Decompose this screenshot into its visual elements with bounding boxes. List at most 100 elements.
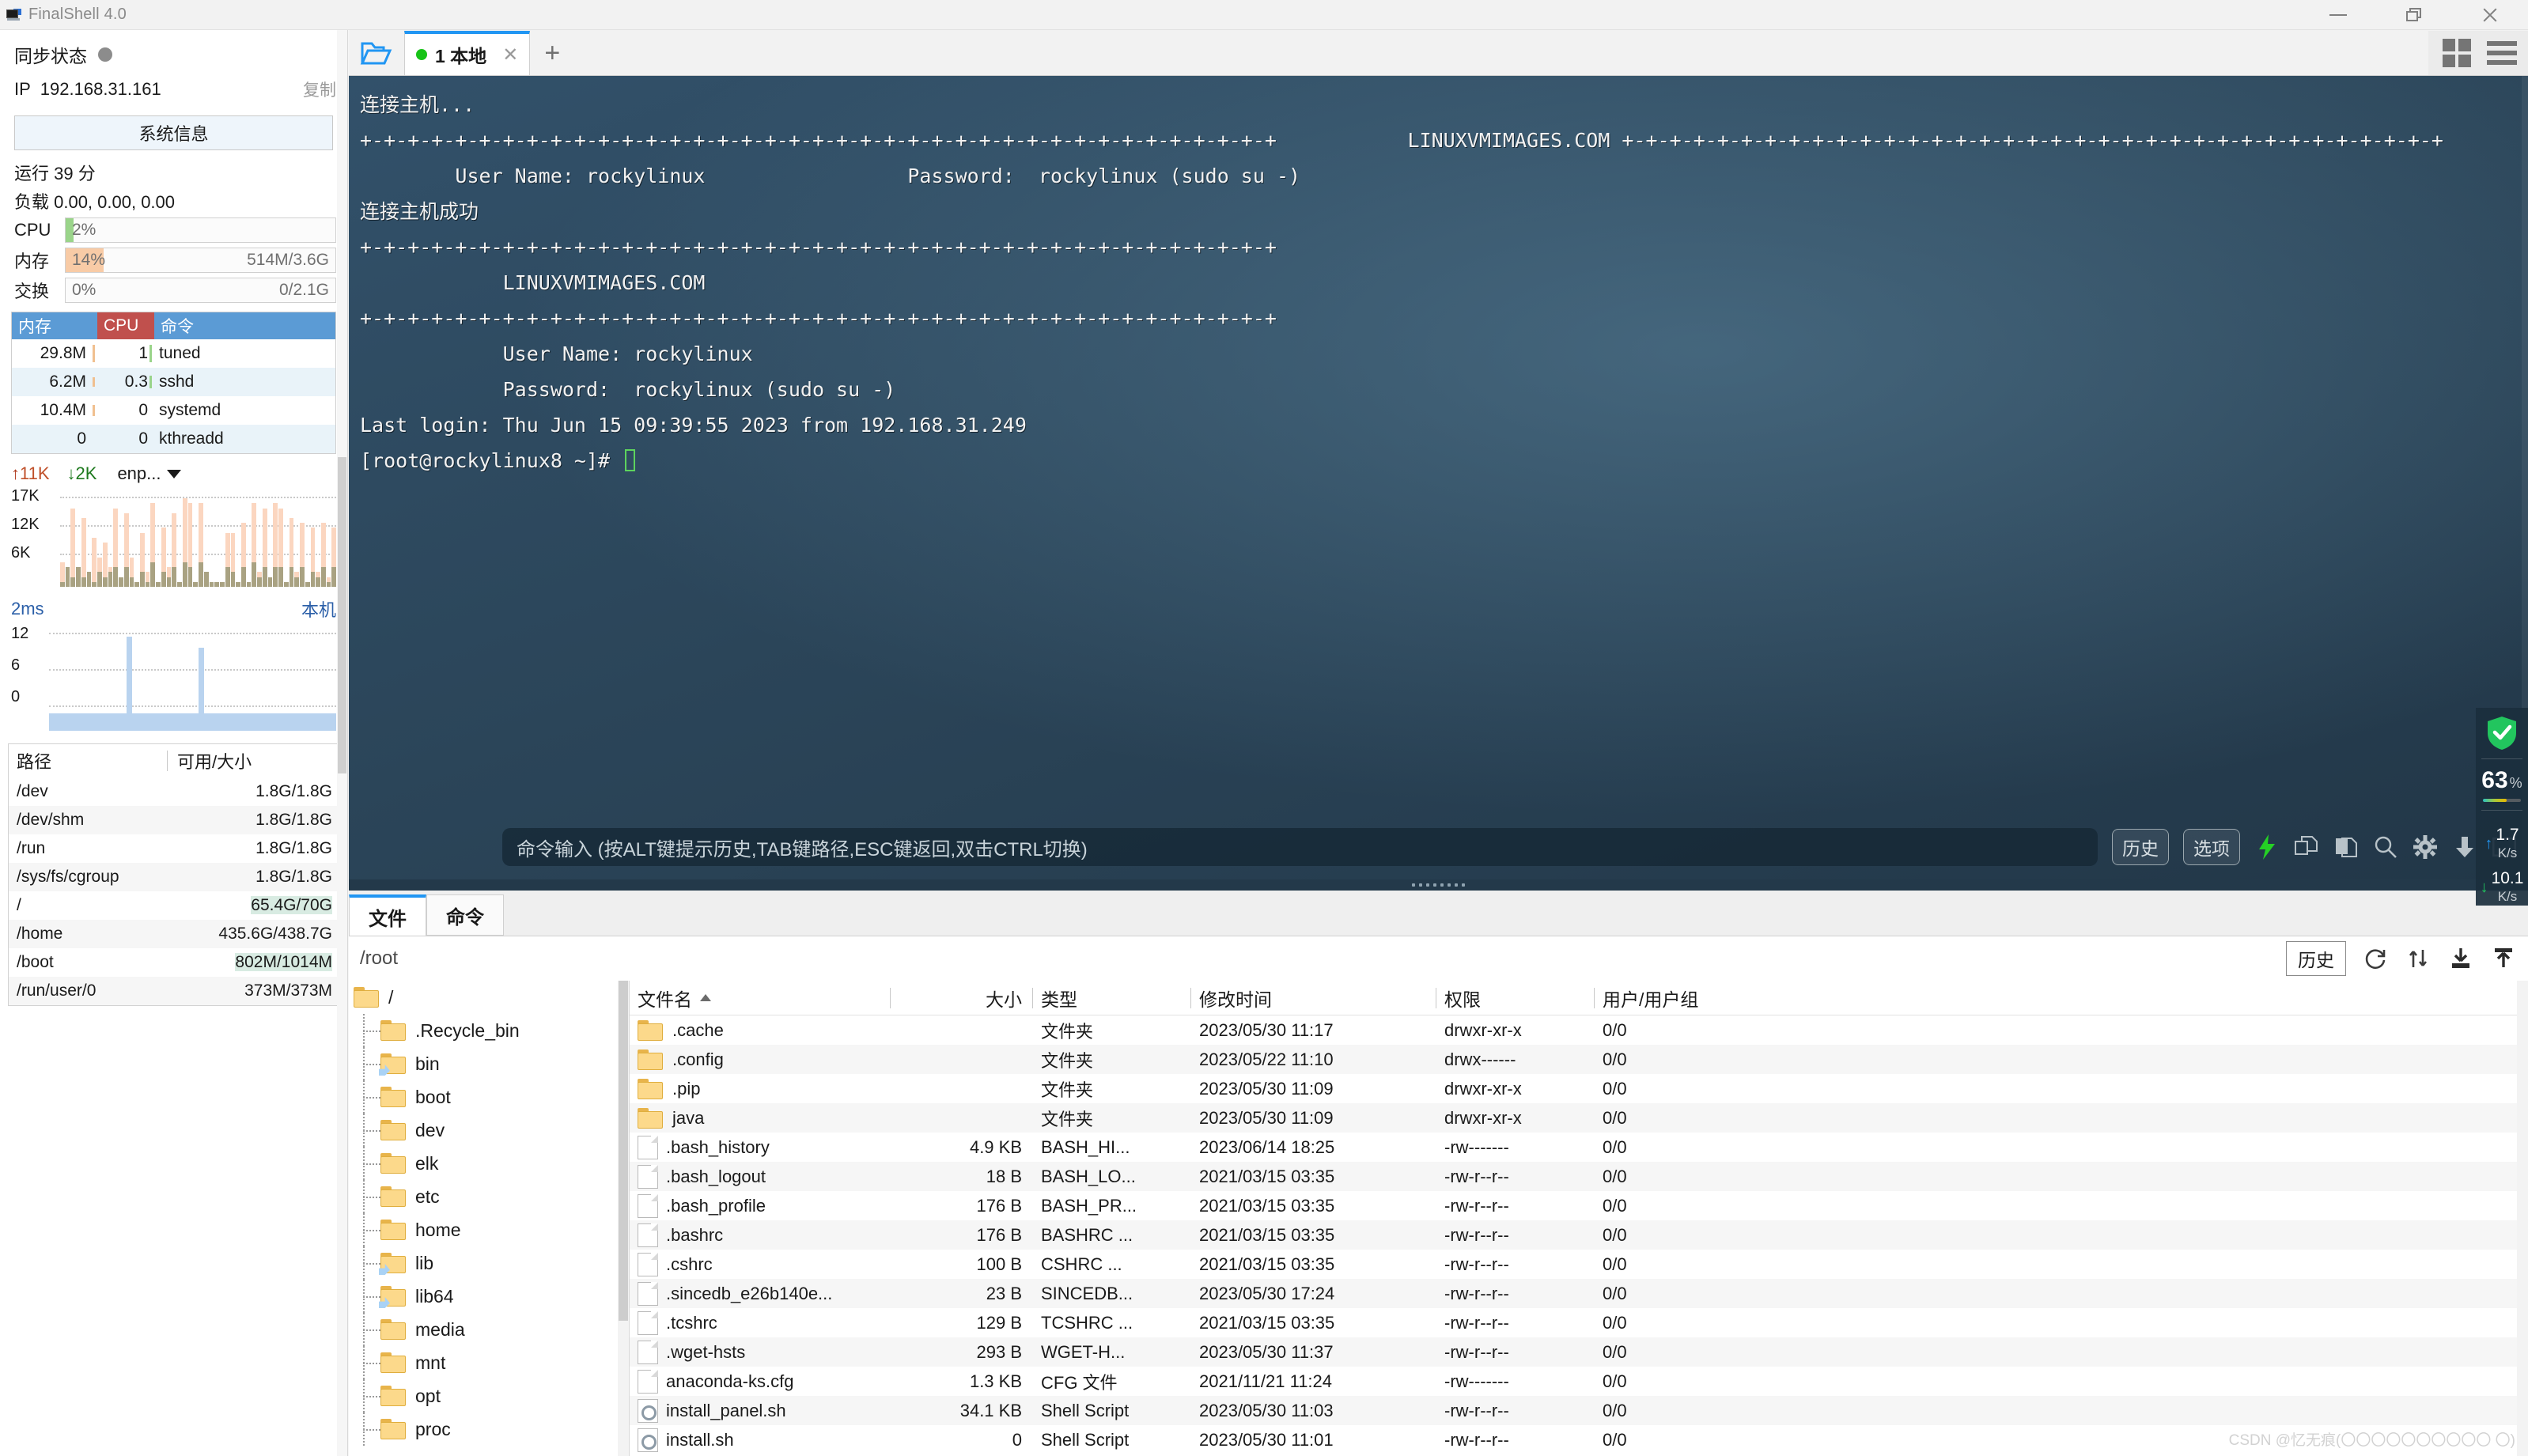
tree-item-dev[interactable]: dev <box>349 1114 629 1147</box>
options-button[interactable]: 选项 <box>2183 829 2240 865</box>
table-row[interactable]: .bashrc176 BBASHRC ...2021/03/15 03:35-r… <box>630 1220 2528 1250</box>
column-header-name[interactable]: 文件名 <box>630 981 891 1015</box>
table-row[interactable]: 0 0 kthreadd <box>12 425 335 453</box>
process-col-memory[interactable]: 内存 <box>12 312 97 339</box>
tree-item-mnt[interactable]: mnt <box>349 1346 629 1379</box>
hamburger-menu-icon[interactable] <box>2487 41 2517 65</box>
table-row[interactable]: java文件夹2023/05/30 11:09drwxr-xr-x0/0 <box>630 1103 2528 1133</box>
table-row[interactable]: /run1.8G/1.8G <box>9 834 339 863</box>
tree-item-bin[interactable]: bin <box>349 1047 629 1080</box>
close-icon[interactable]: ✕ <box>502 43 518 66</box>
download-icon[interactable] <box>2447 945 2474 972</box>
lightning-icon[interactable] <box>2254 834 2280 860</box>
grid-view-icon[interactable] <box>2443 39 2471 67</box>
disk-col-size[interactable]: 可用/大小 <box>168 748 339 773</box>
disk-size: 373M/373M <box>175 981 339 1000</box>
chevron-down-icon[interactable] <box>167 470 181 478</box>
path-history-button[interactable]: 历史 <box>2286 941 2346 976</box>
table-row[interactable]: .config文件夹2023/05/22 11:10drwx------0/0 <box>630 1045 2528 1074</box>
close-button[interactable] <box>2452 0 2528 30</box>
tree-item-lib64[interactable]: lib64 <box>349 1280 629 1313</box>
command-input[interactable]: 命令输入 (按ALT键提示历史,TAB键路径,ESC键返回,双击CTRL切换) <box>502 828 2098 866</box>
table-row[interactable]: /65.4G/70G <box>9 891 339 920</box>
table-row[interactable]: .sincedb_e26b140e...23 BSINCEDB...2023/0… <box>630 1279 2528 1308</box>
process-col-cpu[interactable]: CPU <box>97 312 154 339</box>
ping-bar <box>199 648 204 731</box>
table-row[interactable]: .bash_profile176 BBASH_PR...2021/03/15 0… <box>630 1191 2528 1220</box>
tree-item-etc[interactable]: etc <box>349 1180 629 1213</box>
table-row[interactable]: 6.2M 0.3 sshd <box>12 368 335 396</box>
table-row[interactable]: .bash_logout18 BBASH_LO...2021/03/15 03:… <box>630 1162 2528 1191</box>
open-folder-button[interactable] <box>349 31 404 75</box>
table-row[interactable]: /sys/fs/cgroup1.8G/1.8G <box>9 863 339 891</box>
sidebar-scrollbar[interactable] <box>337 30 347 1456</box>
terminal-tab-1[interactable]: 1 本地 ✕ <box>404 31 530 75</box>
table-row[interactable]: .wget-hsts293 BWGET-H...2023/05/30 11:37… <box>630 1337 2528 1367</box>
table-row[interactable]: .tcshrc129 BTCSHRC ...2021/03/15 03:35-r… <box>630 1308 2528 1337</box>
table-row[interactable]: .bash_history4.9 KBBASH_HI...2023/06/14 … <box>630 1133 2528 1162</box>
finalshell-window: FinalShell 4.0 同步状态 IP 192.168.31.161 复制… <box>0 0 2528 1456</box>
table-row[interactable]: .cshrc100 BCSHRC ...2021/03/15 03:35-rw-… <box>630 1250 2528 1279</box>
table-row[interactable]: /home435.6G/438.7G <box>9 920 339 948</box>
tree-item-elk[interactable]: elk <box>349 1147 629 1180</box>
tree-scrollbar[interactable] <box>618 981 629 1456</box>
column-header-mtime[interactable]: 修改时间 <box>1191 981 1436 1015</box>
network-interface-select[interactable]: enp... <box>117 463 161 484</box>
history-button[interactable]: 历史 <box>2112 829 2169 865</box>
tree-scrollbar-thumb[interactable] <box>619 981 628 1321</box>
tree-item-proc[interactable]: proc <box>349 1413 629 1446</box>
tree-root[interactable]: / <box>349 981 629 1014</box>
table-row[interactable]: install_panel.sh34.1 KBShell Script2023/… <box>630 1396 2528 1425</box>
restore-button[interactable] <box>2376 0 2452 30</box>
column-header-size[interactable]: 大小 <box>891 981 1033 1015</box>
sidebar-scrollbar-thumb[interactable] <box>338 457 346 773</box>
file-name: install.sh <box>666 1430 734 1450</box>
sync-icon[interactable] <box>2405 945 2431 972</box>
table-row[interactable]: /run/user/0373M/373M <box>9 977 339 1005</box>
table-row[interactable]: 10.4M 0 systemd <box>12 396 335 425</box>
table-row[interactable]: anaconda-ks.cfg1.3 KBCFG 文件2021/11/21 11… <box>630 1367 2528 1396</box>
tree-item-lib[interactable]: lib <box>349 1246 629 1280</box>
tree-item-boot[interactable]: boot <box>349 1080 629 1114</box>
ip-label: IP <box>14 79 31 100</box>
terminal-output[interactable]: 连接主机... +-+-+-+-+-+-+-+-+-+-+-+-+-+-+-+-… <box>349 76 2528 881</box>
network-graph-area <box>60 490 336 587</box>
gear-icon[interactable] <box>2413 834 2438 860</box>
tab-commands[interactable]: 命令 <box>426 894 504 936</box>
path-input[interactable]: /root <box>360 947 398 970</box>
download-icon[interactable] <box>2452 834 2477 860</box>
column-header-permissions[interactable]: 权限 <box>1436 981 1595 1015</box>
ping-host-label[interactable]: 本机 <box>301 596 336 622</box>
table-row[interactable]: .cache文件夹2023/05/30 11:17drwxr-xr-x0/0 <box>630 1015 2528 1045</box>
process-col-command[interactable]: 命令 <box>154 312 335 339</box>
disk-size: 802M/1014M <box>175 953 339 972</box>
upload-icon[interactable] <box>2490 945 2517 972</box>
table-row[interactable]: .pip文件夹2023/05/30 11:09drwxr-xr-x0/0 <box>630 1074 2528 1103</box>
column-header-type[interactable]: 类型 <box>1033 981 1191 1015</box>
tab-files[interactable]: 文件 <box>349 894 426 936</box>
file-list-scrollbar[interactable] <box>2517 981 2528 1456</box>
column-header-owner[interactable]: 用户/用户组 <box>1595 981 1792 1015</box>
tree-item-opt[interactable]: opt <box>349 1379 629 1413</box>
table-row[interactable]: /dev1.8G/1.8G <box>9 777 339 806</box>
search-icon[interactable] <box>2373 834 2398 860</box>
panel-splitter[interactable] <box>349 879 2528 891</box>
copy-stack-icon[interactable] <box>2294 834 2319 860</box>
refresh-icon[interactable] <box>2362 945 2389 972</box>
table-row[interactable]: /boot802M/1014M <box>9 948 339 977</box>
shield-check-icon[interactable] <box>2486 716 2518 751</box>
minimize-button[interactable] <box>2300 0 2376 30</box>
arrow-up-icon: ↑ <box>2484 835 2492 853</box>
copy-ip-button[interactable]: 复制 <box>303 78 336 101</box>
table-row[interactable]: 29.8M 1 tuned <box>12 339 335 368</box>
ping-bar <box>132 713 138 731</box>
tree-item-media[interactable]: media <box>349 1313 629 1346</box>
paste-icon[interactable] <box>2333 834 2359 860</box>
new-tab-button[interactable]: + <box>530 31 574 75</box>
disk-col-path[interactable]: 路径 <box>9 748 167 773</box>
system-info-button[interactable]: 系统信息 <box>14 115 333 150</box>
file-icon <box>638 1194 658 1218</box>
tree-item-recyclebin[interactable]: .Recycle_bin <box>349 1014 629 1047</box>
table-row[interactable]: /dev/shm1.8G/1.8G <box>9 806 339 834</box>
tree-item-home[interactable]: home <box>349 1213 629 1246</box>
